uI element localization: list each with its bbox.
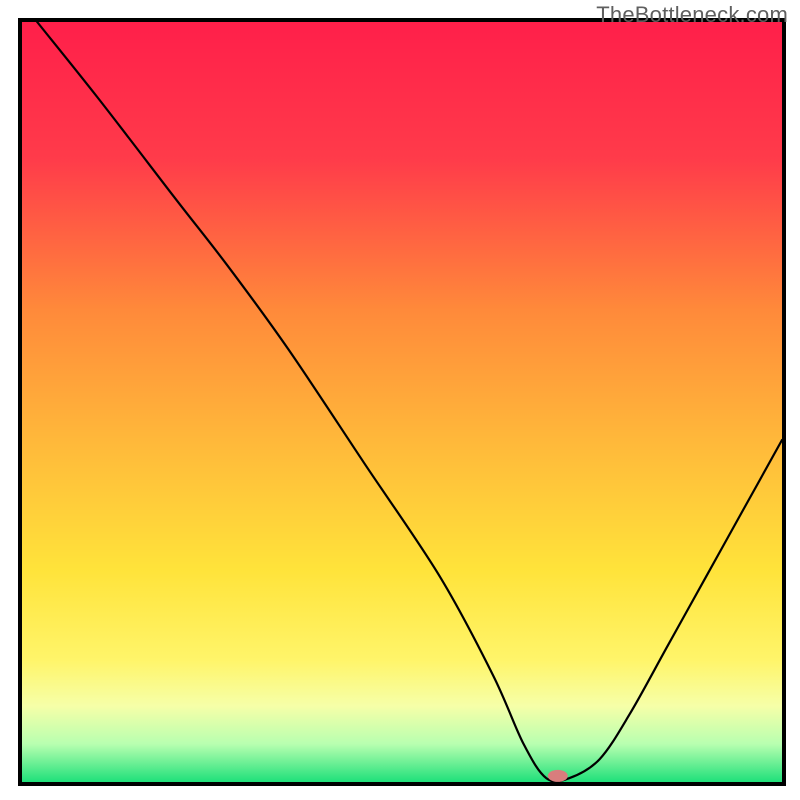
chart-container: TheBottleneck.com [0,0,800,800]
bottleneck-chart [0,0,800,800]
optimal-point-marker [548,770,568,782]
plot-background [22,22,782,782]
watermark-label: TheBottleneck.com [596,2,788,28]
